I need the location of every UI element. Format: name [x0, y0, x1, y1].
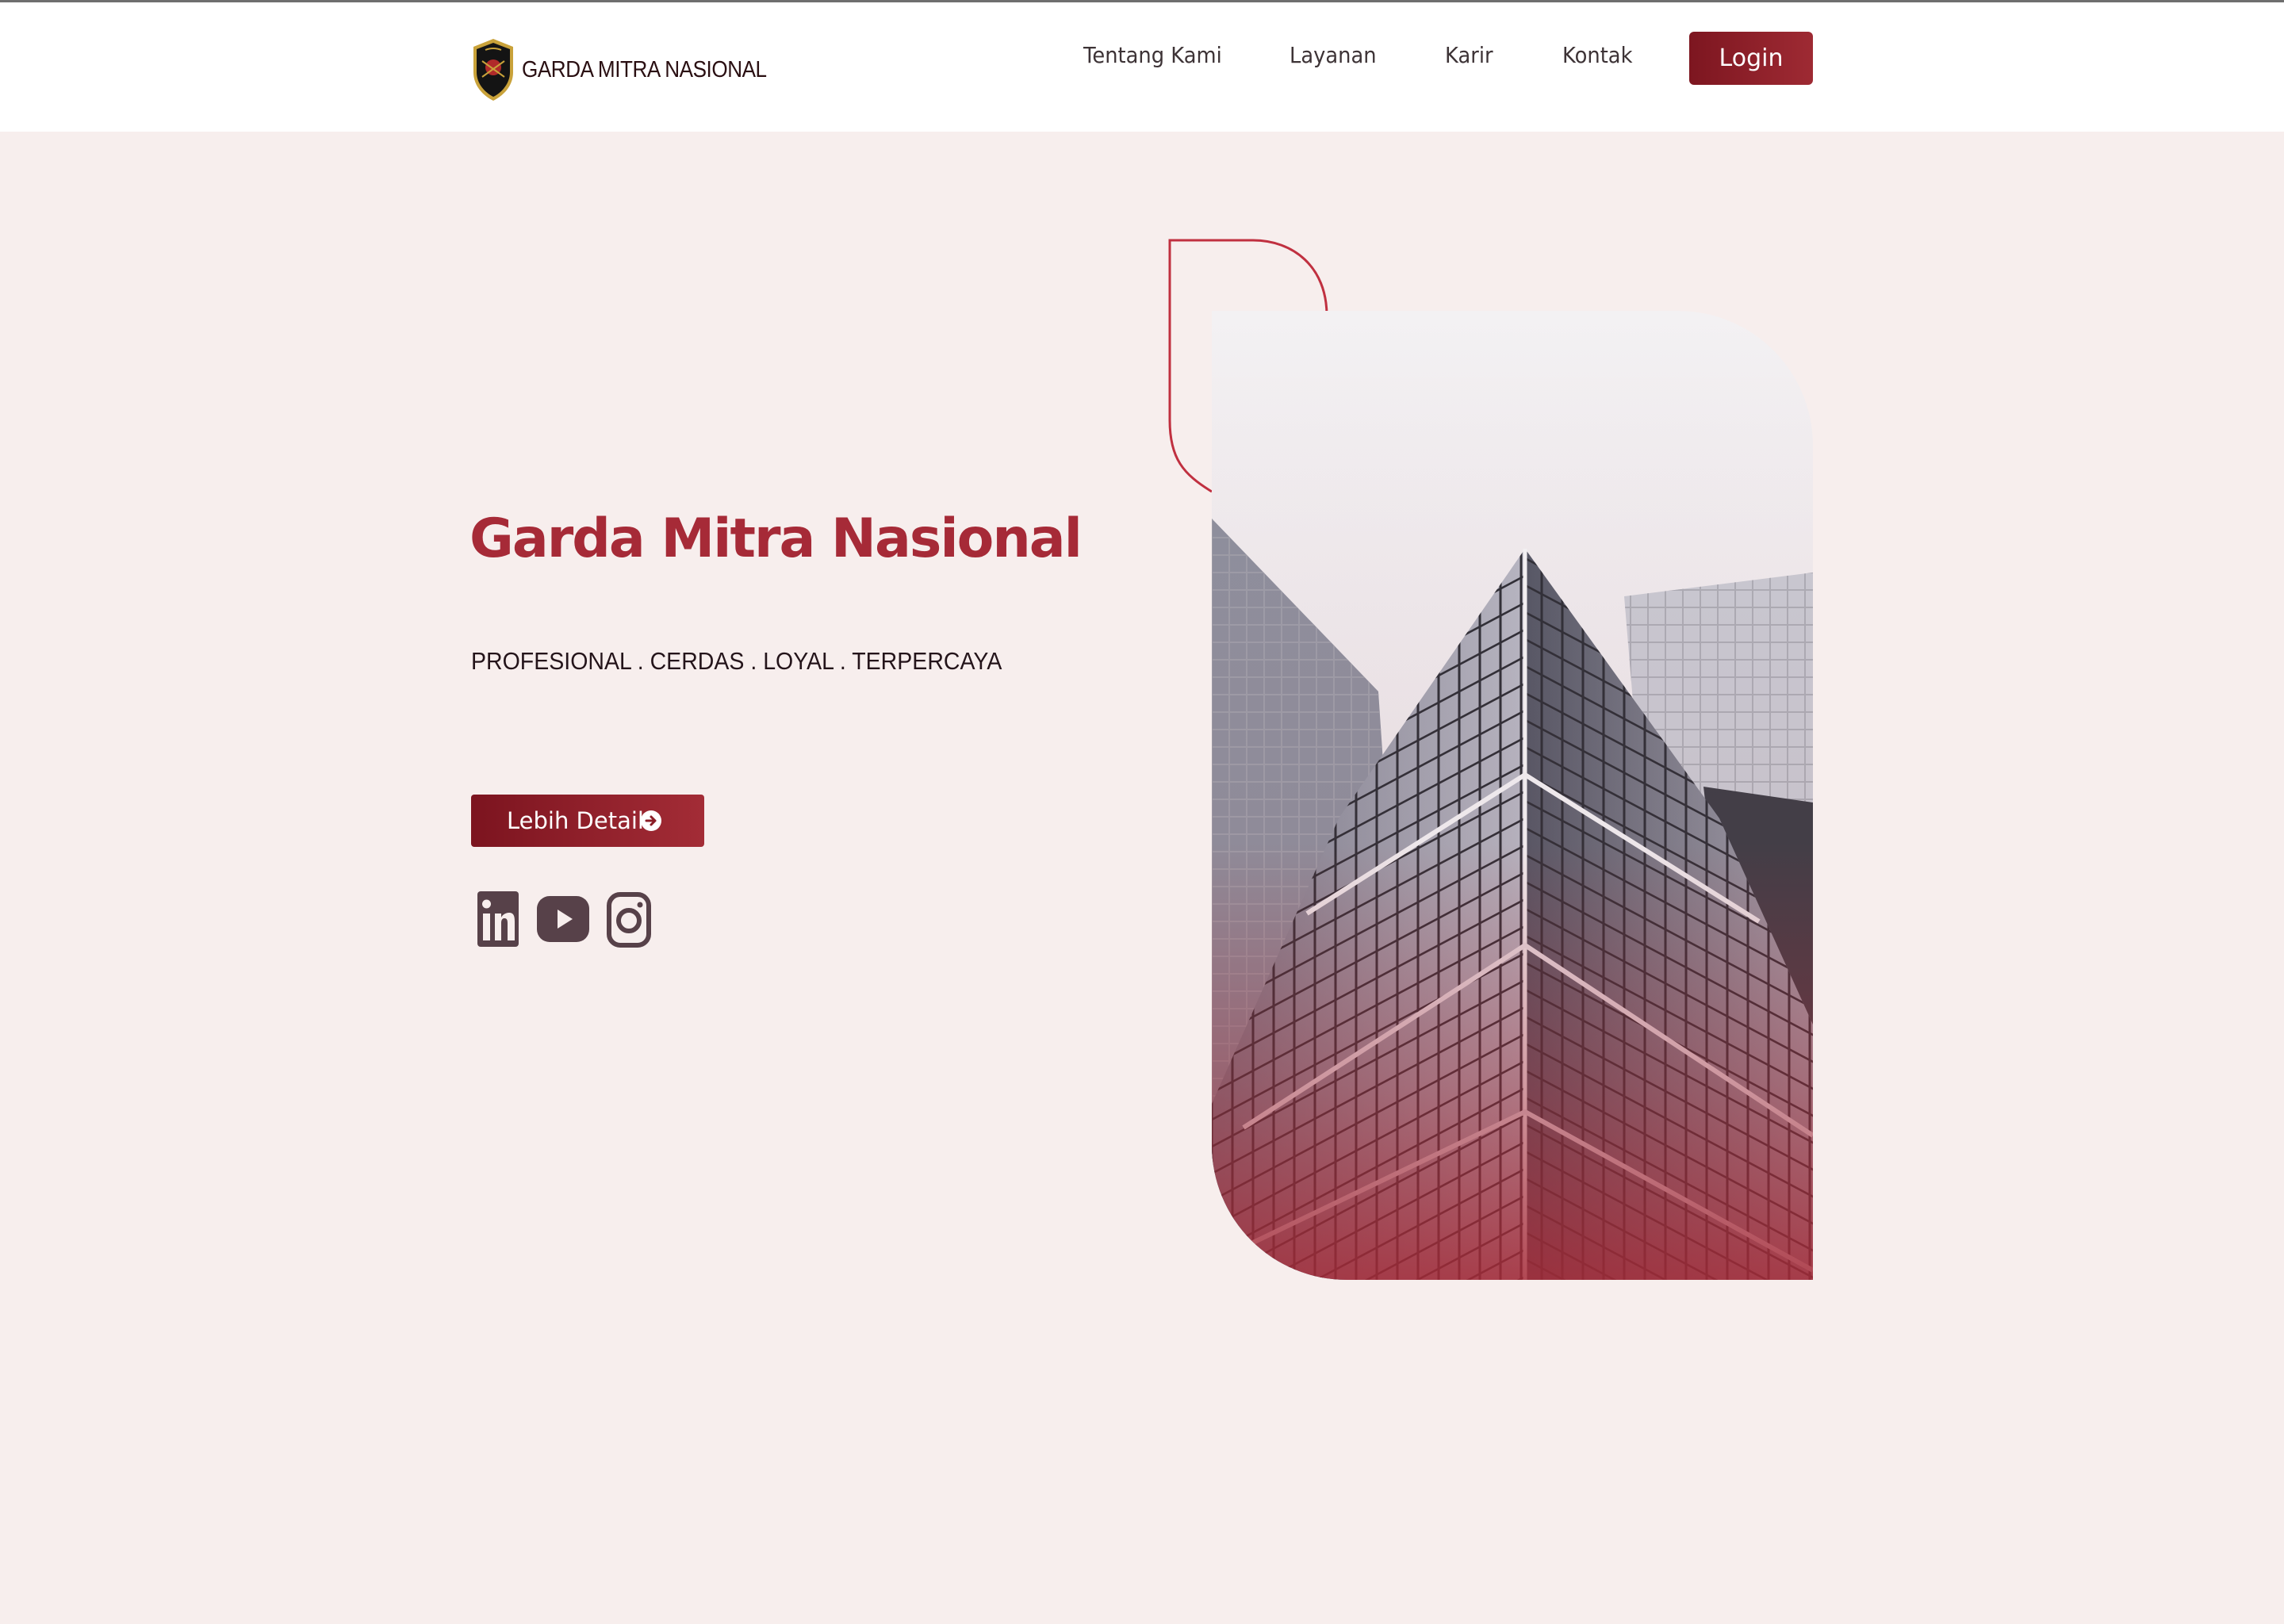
building-illustration [1212, 311, 1813, 1280]
arrow-right-circle-icon [641, 810, 661, 831]
login-button[interactable]: Login [1689, 32, 1813, 85]
logo-text: GARDA MITRA NASIONAL [522, 56, 767, 82]
linkedin-icon[interactable] [476, 890, 520, 948]
shield-logo-icon [473, 39, 513, 101]
nav-kontak[interactable]: Kontak [1562, 42, 1633, 68]
lebih-detail-button[interactable]: Lebih Detail [471, 795, 704, 847]
site-header: GARDA MITRA NASIONAL Tentang Kami Layana… [0, 2, 2284, 132]
hero-building-image [1212, 311, 1813, 1280]
instagram-icon[interactable] [606, 891, 652, 948]
hero-title: Garda Mitra Nasional [469, 508, 1083, 570]
youtube-icon[interactable] [536, 895, 590, 943]
nav-layanan[interactable]: Layanan [1290, 42, 1377, 68]
logo[interactable]: GARDA MITRA NASIONAL [471, 37, 794, 102]
lebih-detail-label: Lebih Detail [507, 807, 644, 834]
nav-karir[interactable]: Karir [1445, 42, 1493, 68]
nav-tentang-kami[interactable]: Tentang Kami [1083, 42, 1222, 68]
hero-tagline: PROFESIONAL . CERDAS . LOYAL . TERPERCAY… [471, 647, 1002, 675]
